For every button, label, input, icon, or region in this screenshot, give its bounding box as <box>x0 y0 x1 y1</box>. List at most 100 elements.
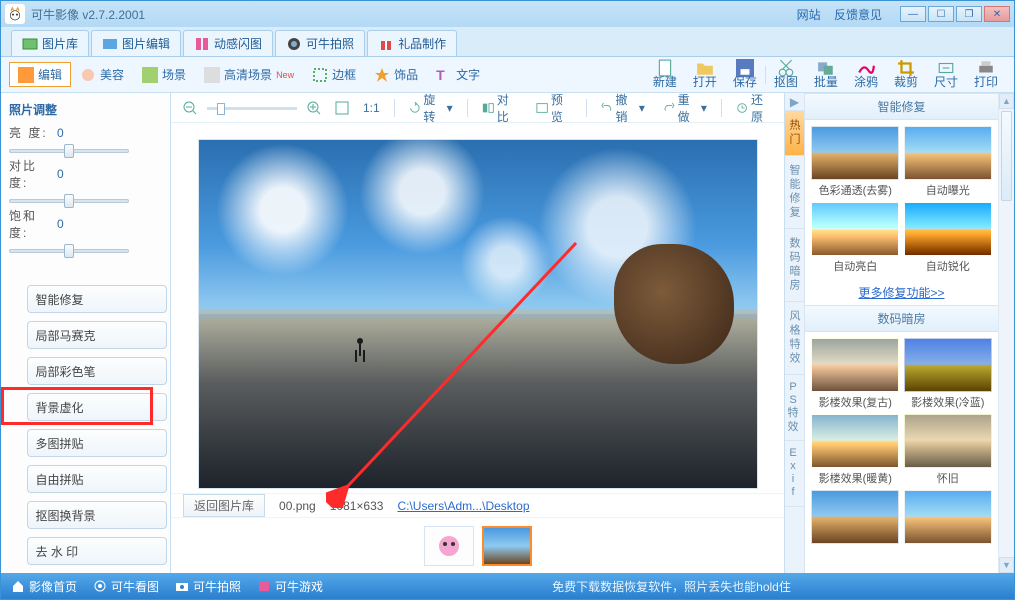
close-button[interactable]: ✕ <box>984 6 1010 22</box>
saturation-slider[interactable] <box>9 243 129 247</box>
rotate-icon <box>409 101 421 115</box>
zoom-slider[interactable] <box>207 103 297 113</box>
effect-item[interactable]: 自动亮白 <box>811 202 900 274</box>
tab-library[interactable]: 图片库 <box>11 30 89 56</box>
tab-camera[interactable]: 可牛拍照 <box>275 30 365 56</box>
zoomin-icon <box>307 101 321 115</box>
rotate-btn[interactable]: 旋转 ▾ <box>405 89 457 127</box>
scene-icon <box>142 67 158 83</box>
status-home[interactable]: 影像首页 <box>11 578 77 595</box>
effect-item[interactable]: 色彩通透(去雾) <box>811 126 900 198</box>
back-library-btn[interactable]: 返回图片库 <box>183 494 265 517</box>
zoom-out[interactable] <box>179 99 201 117</box>
edittab-hdscene[interactable]: 高清场景New <box>195 62 303 87</box>
tool-mosaic[interactable]: 局部马赛克 <box>27 321 167 349</box>
compare-btn[interactable]: 对比 <box>478 89 522 127</box>
edittab-border[interactable]: 边框 <box>303 62 365 87</box>
effect-item[interactable]: 影楼效果(复古) <box>811 338 900 410</box>
zoom-fit[interactable] <box>331 99 353 117</box>
op-new[interactable]: 新建 <box>645 57 685 92</box>
maximize-button[interactable]: ☐ <box>928 6 954 22</box>
info-bar: 返回图片库 00.png 1081×633 C:\Users\Adm...\De… <box>171 493 784 517</box>
edittab-beauty[interactable]: 美容 <box>71 62 133 87</box>
section-smartfix: 智能修复 <box>805 93 998 120</box>
edittab-sticker[interactable]: 饰品 <box>365 62 427 87</box>
tool-colorpen[interactable]: 局部彩色笔 <box>27 357 167 385</box>
preview-btn[interactable]: 预览 <box>532 89 576 127</box>
op-batch[interactable]: 批量 <box>806 57 846 92</box>
rtab-exif[interactable]: Exif <box>785 441 804 507</box>
tab-edit[interactable]: 图片编辑 <box>91 30 181 56</box>
restore-btn[interactable]: 还原 <box>732 89 776 127</box>
rtab-hot[interactable]: 热门 <box>785 111 804 156</box>
status-game[interactable]: 可牛游戏 <box>257 578 323 595</box>
tool-collage[interactable]: 多图拼贴 <box>27 429 167 457</box>
open-icon <box>696 59 714 73</box>
minimize-button[interactable]: — <box>900 6 926 22</box>
batch-icon <box>817 59 835 73</box>
op-crop[interactable]: 裁剪 <box>886 57 926 92</box>
scroll-thumb[interactable] <box>1001 111 1012 201</box>
canvas-toolbar: 1:1 旋转 ▾ 对比 预览 撤销 ▾ 重做 ▾ 还原 <box>171 93 784 123</box>
contrast-slider[interactable] <box>9 193 129 197</box>
new-icon <box>656 59 674 73</box>
tool-freecollage[interactable]: 自由拼贴 <box>27 465 167 493</box>
effect-item[interactable] <box>904 490 993 544</box>
tab-label: 可牛拍照 <box>306 35 354 52</box>
file-ops: 新建 打开 保存 抠图 批量 涂鸦 裁剪 尺寸 打印 <box>645 57 1006 92</box>
tool-label: 多图拼贴 <box>36 435 84 452</box>
tool-bgblur[interactable]: 背景虚化 <box>27 393 167 421</box>
tool-watermark[interactable]: 去 水 印 <box>27 537 167 565</box>
thumb-item[interactable] <box>424 526 474 566</box>
panel-collapse-handle[interactable]: ▶ <box>785 93 804 111</box>
undo-btn[interactable]: 撤销 ▾ <box>597 89 649 127</box>
tool-smartfix[interactable]: 智能修复 <box>27 285 167 313</box>
op-size[interactable]: 尺寸 <box>926 57 966 92</box>
redo-btn[interactable]: 重做 ▾ <box>659 89 711 127</box>
rtab-style[interactable]: 风格特效 <box>785 302 804 375</box>
status-view[interactable]: 可牛看图 <box>93 578 159 595</box>
op-label: 打印 <box>974 73 998 90</box>
op-print[interactable]: 打印 <box>966 57 1006 92</box>
tab-gift[interactable]: 礼品制作 <box>367 30 457 56</box>
app-logo-icon <box>5 4 25 24</box>
effect-item[interactable] <box>811 490 900 544</box>
edittab-scene[interactable]: 场景 <box>133 62 195 87</box>
new-badge: New <box>276 70 294 80</box>
op-open[interactable]: 打开 <box>685 57 725 92</box>
restore-button[interactable]: ❐ <box>956 6 982 22</box>
edittab-text[interactable]: T文字 <box>427 62 489 87</box>
home-icon <box>11 579 25 593</box>
op-cutout[interactable]: 抠图 <box>766 57 806 92</box>
right-scrollbar[interactable]: ▲ ▼ <box>998 93 1014 573</box>
rtab-ps[interactable]: PS特效 <box>785 375 804 441</box>
main-image[interactable] <box>198 139 758 489</box>
status-camera[interactable]: 可牛拍照 <box>175 578 241 595</box>
op-save[interactable]: 保存 <box>725 57 765 92</box>
brightness-slider[interactable] <box>9 143 129 147</box>
zoom-11[interactable]: 1:1 <box>359 99 384 117</box>
zoom-in[interactable] <box>303 99 325 117</box>
effect-item[interactable]: 自动锐化 <box>904 202 993 274</box>
op-doodle[interactable]: 涂鸦 <box>846 57 886 92</box>
effect-item[interactable]: 自动曝光 <box>904 126 993 198</box>
effect-label: 自动曝光 <box>926 182 970 198</box>
tab-flash[interactable]: 动感闪图 <box>183 30 273 56</box>
rtab-darkroom[interactable]: 数码暗房 <box>785 229 804 302</box>
edittab-label: 饰品 <box>394 66 418 83</box>
filepath-link[interactable]: C:\Users\Adm...\Desktop <box>397 499 529 513</box>
feedback-link[interactable]: 反馈意见 <box>834 8 882 22</box>
effect-item[interactable]: 影楼效果(暖黄) <box>811 414 900 486</box>
scroll-down-icon[interactable]: ▼ <box>999 557 1014 573</box>
scroll-up-icon[interactable]: ▲ <box>999 93 1014 109</box>
site-link[interactable]: 网站 <box>797 8 821 22</box>
effect-item[interactable]: 怀旧 <box>904 414 993 486</box>
side-tools: 智能修复 局部马赛克 局部彩色笔 背景虚化 多图拼贴 自由拼贴 抠图换背景 W去… <box>9 285 162 565</box>
thumb-item-selected[interactable] <box>482 526 532 566</box>
tool-label: 背景虚化 <box>36 399 84 416</box>
edittab-edit[interactable]: 编辑 <box>9 62 71 87</box>
rtab-smartfix[interactable]: 智能修复 <box>785 156 804 229</box>
tool-cutbg[interactable]: 抠图换背景 <box>27 501 167 529</box>
effect-item[interactable]: 影楼效果(冷蓝) <box>904 338 993 410</box>
more-link[interactable]: 更多修复功能>> <box>858 286 944 300</box>
